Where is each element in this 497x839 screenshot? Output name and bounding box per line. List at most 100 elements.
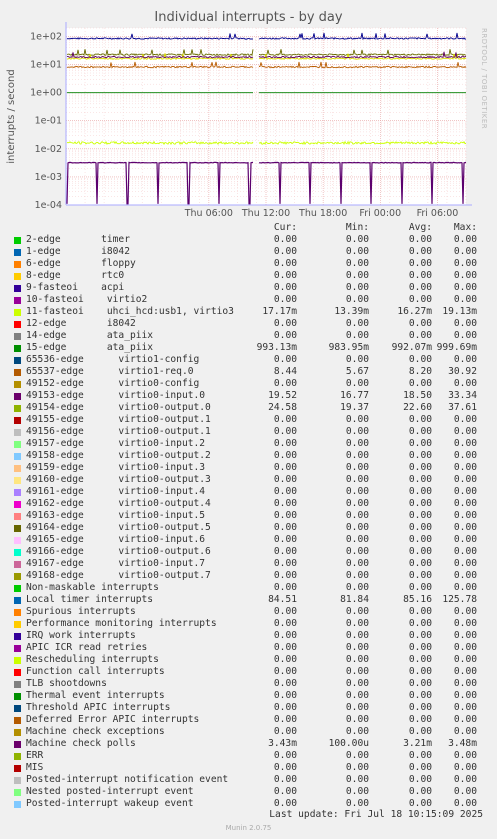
legend-min: 0.00 bbox=[345, 258, 369, 269]
legend-swatch bbox=[14, 717, 21, 724]
legend-max: 0.00 bbox=[453, 246, 477, 257]
legend-swatch bbox=[14, 405, 21, 412]
legend-cur: 8.44 bbox=[273, 366, 297, 377]
legend-label: MIS bbox=[26, 762, 44, 773]
legend-min: 0.00 bbox=[345, 666, 369, 677]
legend-max: 999.69m bbox=[436, 342, 477, 353]
legend-row: 49157-edge virtio0-input.2 0.00 0.00 0.00 0.… bbox=[12, 438, 490, 450]
legend-label: 65536-edge virtio1-config bbox=[26, 354, 200, 365]
legend-row: 49162-edge virtio0-output.4 0.00 0.00 0.00 0… bbox=[12, 498, 490, 510]
legend-swatch bbox=[14, 513, 21, 520]
legend-row: 11-fasteoi uhci_hcd:usb1, virtio3 17.17m 1… bbox=[12, 306, 490, 318]
legend-max: 0.00 bbox=[453, 474, 477, 485]
legend-max: 0.00 bbox=[453, 774, 477, 785]
legend-swatch bbox=[14, 393, 21, 400]
legend-max: 0.00 bbox=[453, 258, 477, 269]
legend-max: 0.00 bbox=[453, 666, 477, 677]
legend-swatch bbox=[14, 609, 21, 616]
legend-swatch bbox=[14, 381, 21, 388]
legend-swatch bbox=[14, 249, 21, 256]
legend-label: Performance monitoring interrupts bbox=[26, 618, 217, 629]
legend-min: 0.00 bbox=[345, 270, 369, 281]
legend-row: Posted-interrupt notification event 0.00 0… bbox=[12, 774, 490, 786]
legend-min: 0.00 bbox=[345, 462, 369, 473]
legend-swatch bbox=[14, 429, 21, 436]
legend-label: 49157-edge virtio0-input.2 bbox=[26, 438, 206, 449]
munin-version: Munin 2.0.75 bbox=[225, 824, 272, 832]
legend-label: Threshold APIC interrupts bbox=[26, 702, 171, 713]
legend-cur: 0.00 bbox=[273, 258, 297, 269]
legend-swatch bbox=[14, 729, 21, 736]
legend-max: 0.00 bbox=[453, 714, 477, 725]
legend-row: APIC ICR read retries 0.00 0.00 0.00 0.00 bbox=[12, 642, 490, 654]
y-axis-label: interrupts / second bbox=[6, 69, 17, 163]
legend-row: MIS 0.00 0.00 0.00 0.00 bbox=[12, 762, 490, 774]
legend-cur: 0.00 bbox=[273, 474, 297, 485]
legend-label: 49154-edge virtio0-output.0 bbox=[26, 402, 211, 413]
legend-label: TLB shootdowns bbox=[26, 678, 107, 689]
legend-min: 0.00 bbox=[345, 762, 369, 773]
legend-label: 49168-edge virtio0-output.7 bbox=[26, 570, 211, 581]
legend-label: 12-edge i8042 bbox=[26, 318, 136, 329]
legend-max: 37.61 bbox=[448, 402, 477, 413]
legend-label: Nested posted-interrupt event bbox=[26, 786, 194, 797]
legend-row: ERR 0.00 0.00 0.00 0.00 bbox=[12, 750, 490, 762]
x-tick-label: Fri 00:00 bbox=[359, 208, 401, 219]
legend-row: Machine check polls 3.43m 100.00u 3.21m 3.48… bbox=[12, 738, 490, 750]
legend-cur: 0.00 bbox=[273, 426, 297, 437]
legend-min: 0.00 bbox=[345, 678, 369, 689]
legend-row: 49152-edge virtio0-config 0.00 0.00 0.00 0.0… bbox=[12, 378, 490, 390]
y-tick-label: 1e+00 bbox=[30, 88, 62, 99]
legend-min: 0.00 bbox=[345, 522, 369, 533]
legend-cur: 0.00 bbox=[273, 438, 297, 449]
legend-min: 0.00 bbox=[345, 330, 369, 341]
legend-swatch bbox=[14, 525, 21, 532]
legend-row: 15-edge ata_piix 993.13m 983.95m 992.07m 999… bbox=[12, 342, 490, 354]
legend-label: 49163-edge virtio0-input.5 bbox=[26, 510, 206, 521]
legend-row: 49153-edge virtio0-input.0 19.52 16.77 18.5… bbox=[12, 390, 490, 402]
legend-swatch bbox=[14, 705, 21, 712]
legend-label: Local timer interrupts bbox=[26, 594, 154, 605]
legend-cur: 0.00 bbox=[273, 534, 297, 545]
legend-min: 0.00 bbox=[345, 642, 369, 653]
legend-cur: 0.00 bbox=[273, 498, 297, 509]
legend-row: Machine check exceptions 0.00 0.00 0.00 0.00 bbox=[12, 726, 490, 738]
legend-row: 2-edge timer 0.00 0.00 0.00 0.00 bbox=[12, 234, 490, 246]
legend-cur: 0.00 bbox=[273, 546, 297, 557]
legend-cur: 0.00 bbox=[273, 462, 297, 473]
legend-min: 0.00 bbox=[345, 426, 369, 437]
x-tick-label: Thu 12:00 bbox=[241, 208, 290, 219]
legend-swatch bbox=[14, 549, 21, 556]
legend-min: 0.00 bbox=[345, 714, 369, 725]
legend-row: 49156-edge virtio0-output.1 0.00 0.00 0.00 0… bbox=[12, 426, 490, 438]
legend-cur: 0.00 bbox=[273, 354, 297, 365]
legend-min: 5.67 bbox=[345, 366, 369, 377]
legend-cur: 0.00 bbox=[273, 630, 297, 641]
legend-cur: 0.00 bbox=[273, 450, 297, 461]
legend-row: 65537-edge virtio1-req.0 8.44 5.67 8.20 30.9… bbox=[12, 366, 490, 378]
legend-max: 0.00 bbox=[453, 570, 477, 581]
legend-row: 49167-edge virtio0-input.7 0.00 0.00 0.00 0.… bbox=[12, 558, 490, 570]
legend-swatch bbox=[14, 693, 21, 700]
legend-max: 33.34 bbox=[448, 390, 477, 401]
legend-label: 49160-edge virtio0-output.3 bbox=[26, 474, 211, 485]
legend-min: 0.00 bbox=[345, 774, 369, 785]
legend-row: 12-edge i8042 0.00 0.00 0.00 0.00 bbox=[12, 318, 490, 330]
legend-label: 2-edge timer bbox=[26, 234, 130, 245]
legend-max: 0.00 bbox=[453, 726, 477, 737]
legend-swatch bbox=[14, 237, 21, 244]
legend-max: 0.00 bbox=[453, 654, 477, 665]
legend-min: 0.00 bbox=[345, 630, 369, 641]
legend-cur: 0.00 bbox=[273, 582, 297, 593]
legend-swatch bbox=[14, 573, 21, 580]
legend-row: 14-edge ata_piix 0.00 0.00 0.00 0.00 bbox=[12, 330, 490, 342]
legend-cur: 0.00 bbox=[273, 702, 297, 713]
legend-min: 0.00 bbox=[345, 234, 369, 245]
legend-label: 49153-edge virtio0-input.0 bbox=[26, 390, 206, 401]
legend-label: 49159-edge virtio0-input.3 bbox=[26, 462, 206, 473]
legend-cur: 0.00 bbox=[273, 486, 297, 497]
legend-min: 0.00 bbox=[345, 570, 369, 581]
legend-row: 49159-edge virtio0-input.3 0.00 0.00 0.00 0.… bbox=[12, 462, 490, 474]
legend-cur: 0.00 bbox=[273, 510, 297, 521]
legend-swatch bbox=[14, 801, 21, 808]
